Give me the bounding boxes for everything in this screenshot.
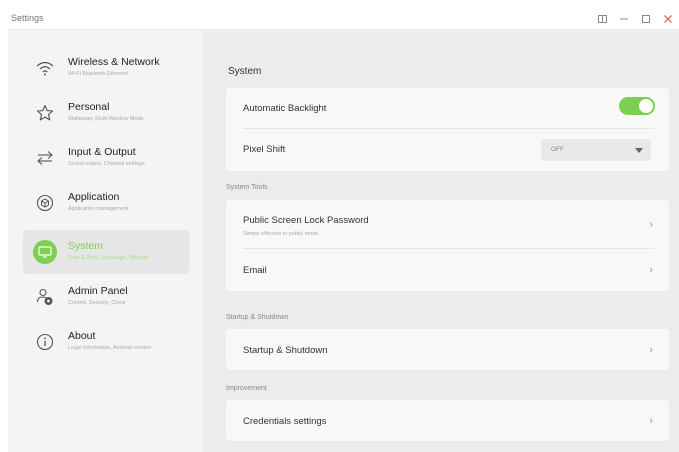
info-icon — [34, 331, 56, 353]
sidebar-item-application[interactable]: Application Application management — [23, 181, 189, 225]
sidebar-item-label: Input & Output — [68, 146, 136, 158]
cube-icon — [34, 192, 56, 214]
chevron-right-icon: › — [649, 415, 653, 427]
chevron-right-icon: › — [649, 264, 653, 276]
sidebar-item-personal[interactable]: Personal Wallpaper, Multi-Window Mode — [23, 91, 189, 135]
public-screen-lock-subtitle: Simply effective in public mode — [243, 231, 319, 237]
sidebar-item-subtitle: Sound output, Channel settings — [68, 161, 145, 167]
restore-icon[interactable] — [591, 8, 613, 30]
startup-shutdown-label: Startup & Shutdown — [243, 345, 328, 356]
improvement-group-label: Improvement — [226, 385, 267, 392]
sidebar-item-subtitle: Control, Security, Clone — [68, 300, 126, 306]
arrows-icon — [34, 147, 56, 169]
pixel-shift-value: OFF — [551, 146, 564, 153]
chevron-right-icon: › — [649, 344, 653, 356]
maximize-icon[interactable] — [635, 8, 657, 30]
email-label: Email — [243, 265, 267, 276]
public-screen-lock-label: Public Screen Lock Password — [243, 215, 369, 226]
sidebar-item-label: About — [68, 330, 96, 342]
credentials-settings-row[interactable]: Credentials settings › — [226, 400, 669, 441]
sidebar-item-subtitle: Wallpaper, Multi-Window Mode — [68, 116, 144, 122]
system-card: Automatic Backlight Pixel Shift OFF — [226, 88, 669, 171]
sidebar-item-label: Personal — [68, 101, 110, 113]
main-panel: System Automatic Backlight Pixel Shift O… — [202, 31, 679, 452]
startup-shutdown-group-label: Startup & Shutdown — [226, 314, 289, 321]
sidebar-item-label: Wireless & Network — [68, 56, 160, 68]
page-title: System — [228, 66, 262, 77]
public-screen-lock-row[interactable]: Public Screen Lock Password Simply effec… — [226, 200, 669, 248]
sidebar-item-about[interactable]: About Legal information, Android version — [23, 320, 189, 364]
sidebar: Wireless & Network Wi-Fi Bluetooth Ether… — [8, 31, 202, 452]
sidebar-item-subtitle: Wi-Fi Bluetooth Ethernet — [68, 71, 128, 77]
startup-shutdown-card: Startup & Shutdown › — [226, 329, 669, 370]
chevron-right-icon: › — [649, 219, 653, 231]
sidebar-item-subtitle: Application management — [68, 206, 129, 212]
improvement-card: Credentials settings › — [226, 400, 669, 441]
window-title: Settings — [11, 13, 44, 23]
monitor-icon — [33, 240, 57, 264]
sidebar-item-subtitle: Date & Time, Language, Storage — [68, 255, 149, 261]
automatic-backlight-label: Automatic Backlight — [243, 103, 327, 114]
sidebar-item-label: Admin Panel — [68, 285, 128, 297]
pixel-shift-label: Pixel Shift — [243, 144, 286, 155]
automatic-backlight-toggle[interactable] — [619, 97, 655, 115]
sidebar-item-label: Application — [68, 191, 120, 203]
toggle-knob — [639, 99, 653, 113]
sidebar-item-wireless-network[interactable]: Wireless & Network Wi-Fi Bluetooth Ether… — [23, 46, 189, 90]
sidebar-item-system[interactable]: System Date & Time, Language, Storage — [23, 230, 189, 274]
settings-window: Settings Wireless & Network Wi-Fi Blueto… — [8, 8, 679, 452]
automatic-backlight-row: Automatic Backlight — [226, 88, 669, 128]
email-row[interactable]: Email › — [226, 249, 669, 291]
title-bar: Settings — [8, 8, 679, 30]
credentials-settings-label: Credentials settings — [243, 416, 327, 427]
system-tools-card: Public Screen Lock Password Simply effec… — [226, 200, 669, 291]
minimize-icon[interactable] — [613, 8, 635, 30]
sidebar-item-admin-panel[interactable]: Admin Panel Control, Security, Clone — [23, 275, 189, 319]
startup-shutdown-row[interactable]: Startup & Shutdown › — [226, 329, 669, 370]
caret-down-icon — [635, 148, 643, 153]
sidebar-item-subtitle: Legal information, Android version — [68, 345, 152, 351]
pixel-shift-row: Pixel Shift OFF — [226, 129, 669, 171]
window-controls — [591, 8, 679, 30]
close-icon[interactable] — [657, 8, 679, 30]
sidebar-item-label: System — [68, 240, 104, 252]
wifi-icon — [34, 57, 56, 79]
pixel-shift-select[interactable]: OFF — [541, 139, 651, 161]
sidebar-item-input-output[interactable]: Input & Output Sound output, Channel set… — [23, 136, 189, 180]
admin-icon — [34, 286, 56, 308]
star-icon — [34, 102, 56, 124]
system-tools-label: System Tools — [226, 184, 268, 191]
